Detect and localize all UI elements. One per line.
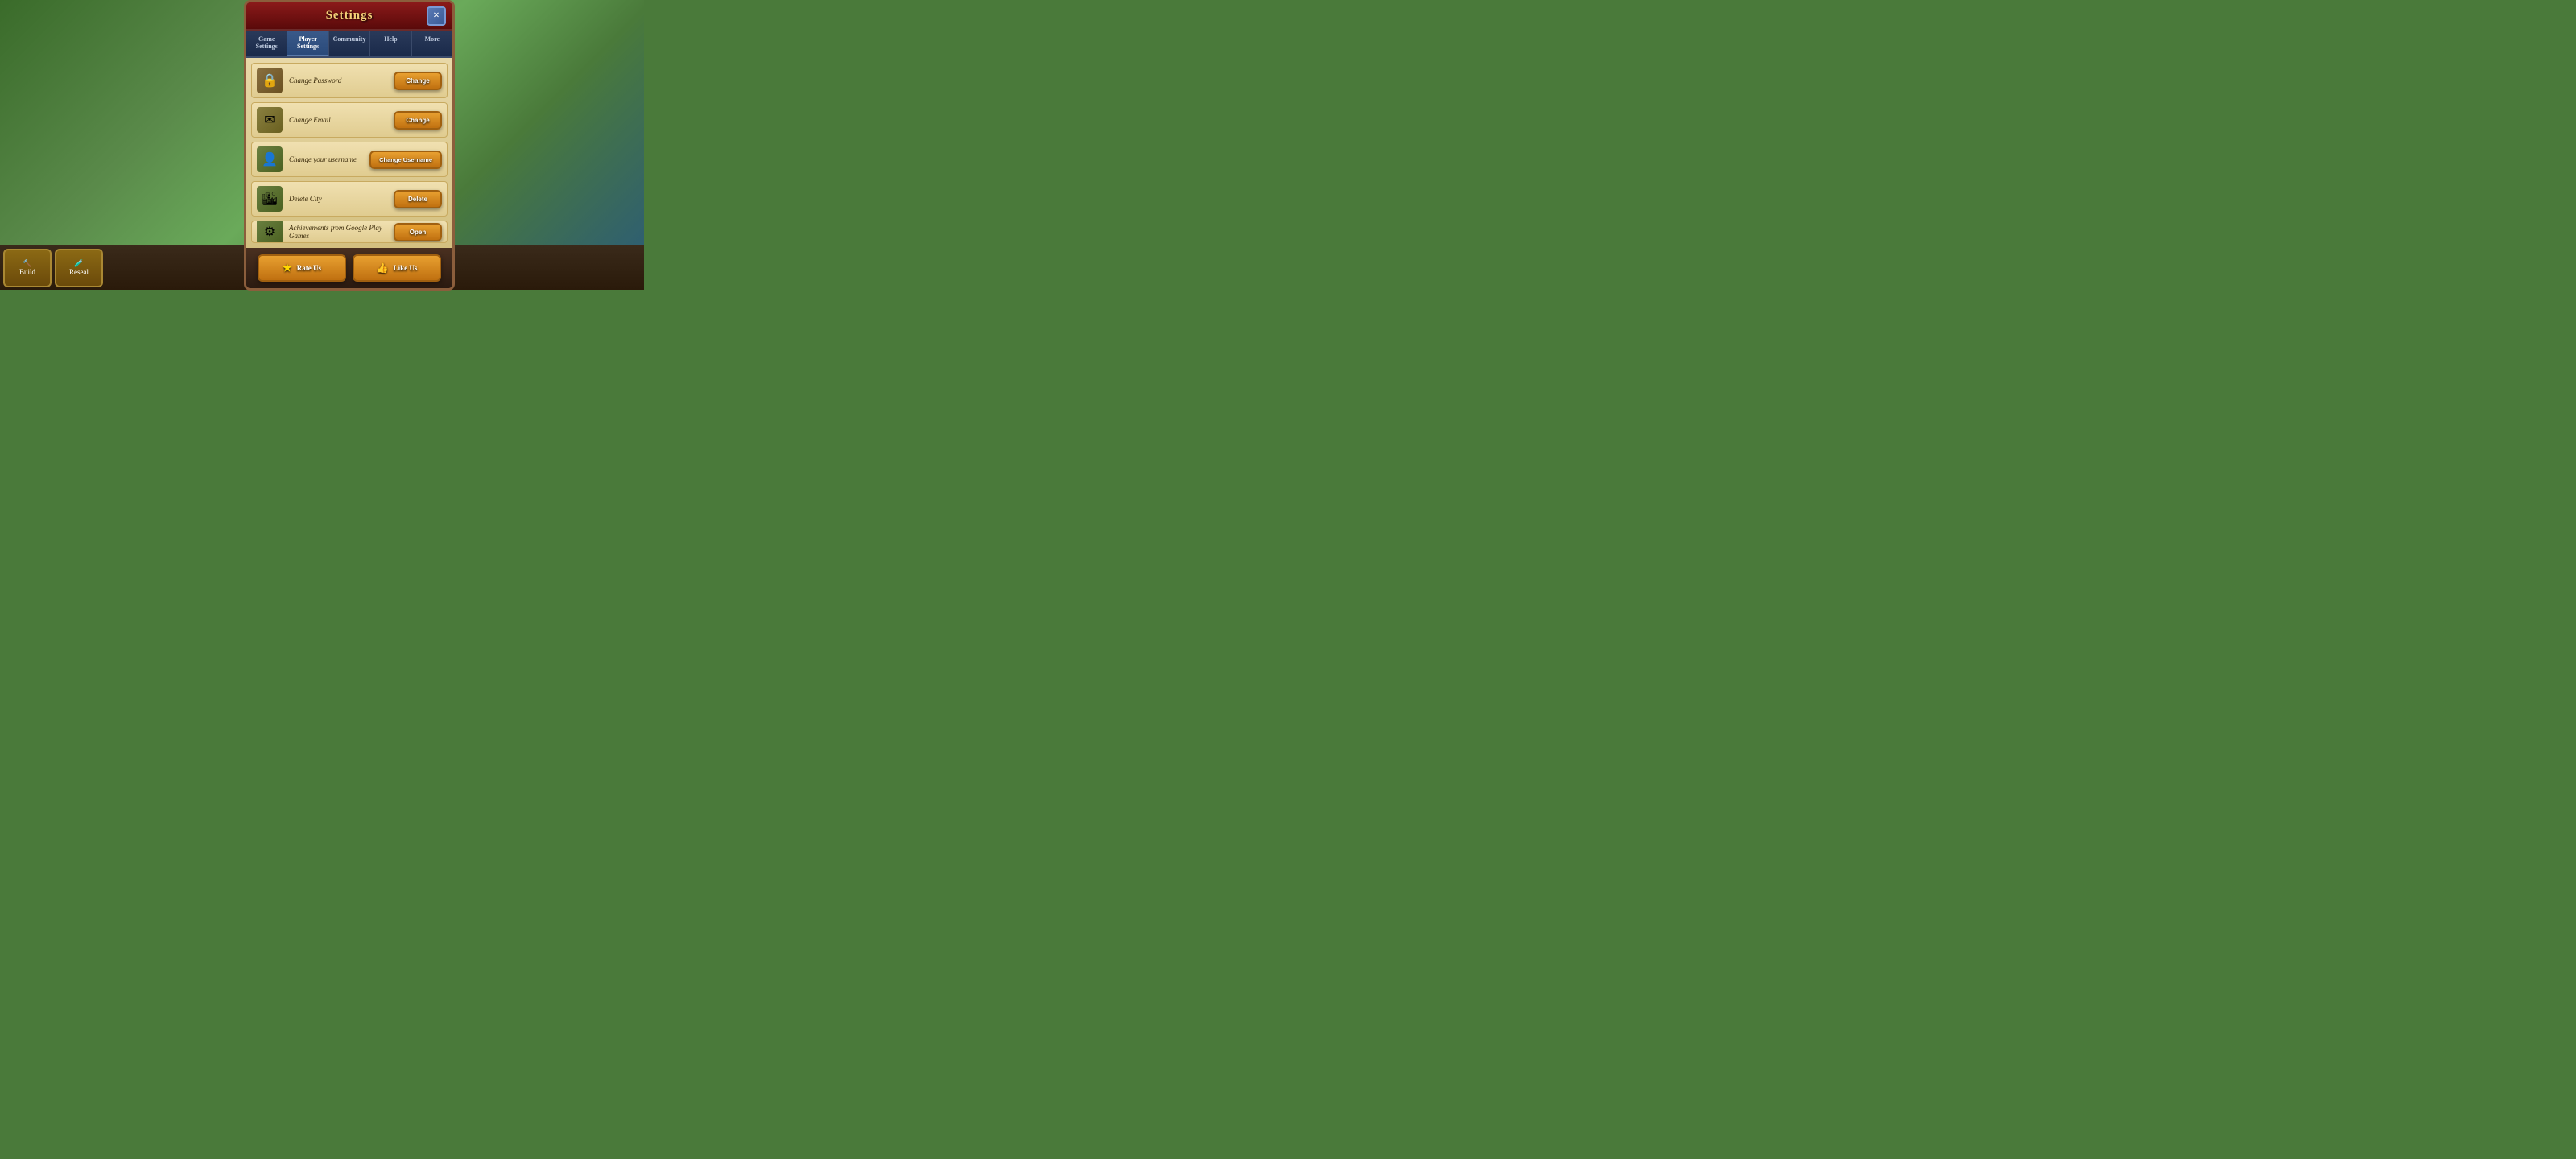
change-password-button[interactable]: Change — [394, 72, 442, 90]
modal-title: Settings — [326, 9, 374, 23]
modal-content: 🔒 Change Password Change ✉ Change Email … — [246, 58, 452, 248]
modal-footer: ★ Rate Us 👍 Like Us — [246, 248, 452, 288]
delete-icon: 🏙 — [257, 186, 283, 212]
rate-us-label: Rate Us — [297, 264, 321, 272]
like-us-button[interactable]: 👍 Like Us — [353, 254, 441, 282]
change-username-button[interactable]: Change Username — [369, 151, 442, 169]
rate-us-button[interactable]: ★ Rate Us — [258, 254, 346, 282]
email-icon: ✉ — [257, 107, 283, 133]
change-password-label: Change Password — [289, 76, 387, 85]
tab-community[interactable]: Community — [329, 31, 370, 56]
tab-help[interactable]: Help — [370, 31, 411, 56]
tabs-bar: Game Settings Player Settings Community … — [246, 31, 452, 58]
change-username-row: 👤 Change your username Change Username — [251, 142, 448, 177]
achievements-open-button[interactable]: Open — [394, 223, 442, 241]
achievements-row: ⚙ Achievements from Google Play Games Op… — [251, 221, 448, 243]
tab-game-settings[interactable]: Game Settings — [246, 31, 287, 56]
delete-city-label: Delete City — [289, 195, 387, 203]
settings-modal: Settings × Game Settings Player Settings… — [244, 0, 455, 291]
change-password-row: 🔒 Change Password Change — [251, 63, 448, 98]
gear-icon: ⚙ — [257, 221, 283, 243]
delete-city-button[interactable]: Delete — [394, 190, 442, 208]
change-email-row: ✉ Change Email Change — [251, 102, 448, 138]
modal-header: Settings × — [246, 2, 452, 31]
lock-icon: 🔒 — [257, 68, 283, 93]
like-us-label: Like Us — [394, 264, 418, 272]
achievements-label: Achievements from Google Play Games — [289, 224, 387, 240]
change-email-label: Change Email — [289, 116, 387, 124]
change-email-button[interactable]: Change — [394, 111, 442, 130]
change-username-label: Change your username — [289, 155, 363, 163]
delete-city-row: 🏙 Delete City Delete — [251, 181, 448, 217]
build-button[interactable]: 🔨 Build — [3, 249, 52, 287]
modal-overlay: Settings × Game Settings Player Settings… — [55, 0, 644, 290]
tab-more[interactable]: More — [412, 31, 452, 56]
tab-player-settings[interactable]: Player Settings — [287, 31, 328, 56]
close-button[interactable]: × — [427, 6, 446, 26]
star-icon: ★ — [283, 262, 292, 274]
thumbs-up-icon: 👍 — [377, 262, 389, 274]
user-icon: 👤 — [257, 146, 283, 172]
hammer-icon: 🔨 — [23, 259, 31, 268]
